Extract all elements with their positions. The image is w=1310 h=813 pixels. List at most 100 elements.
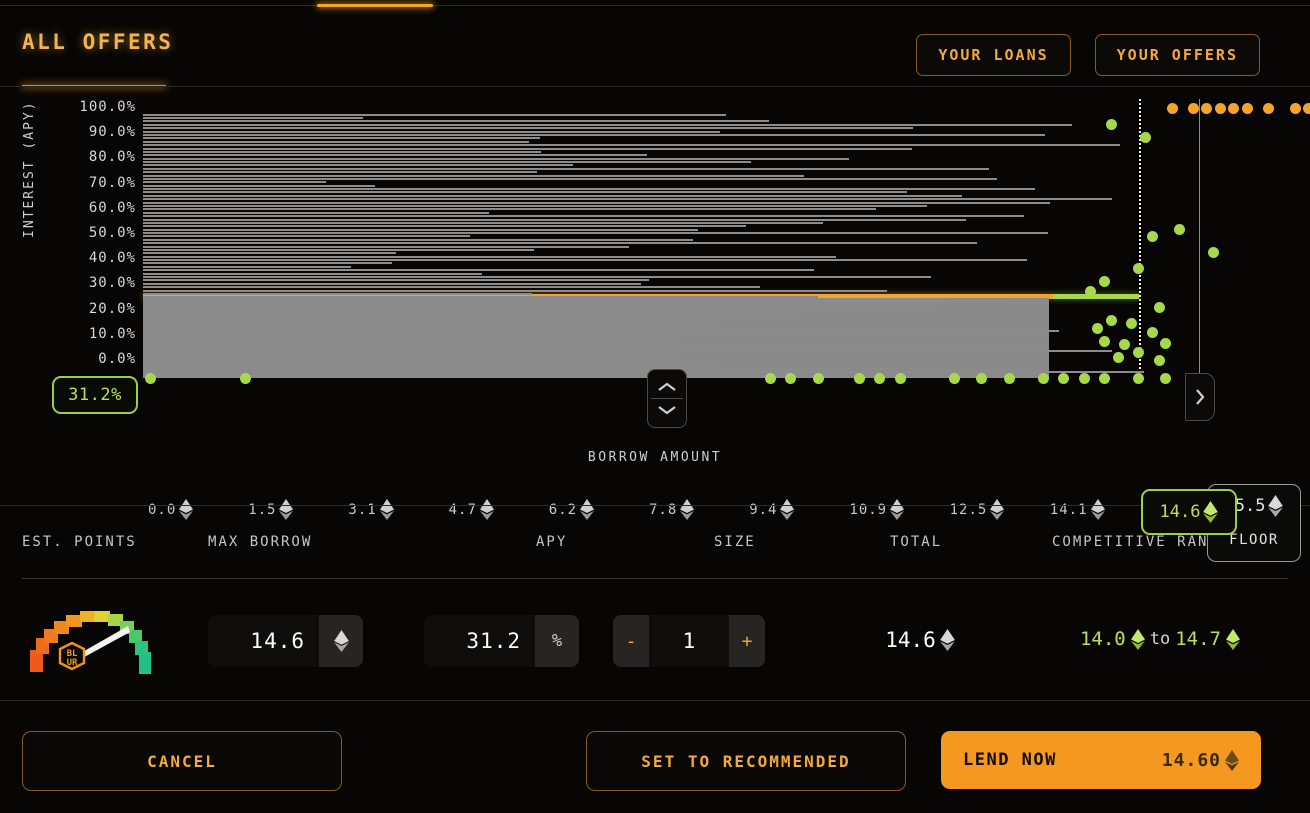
offer-dot-green[interactable] <box>1208 247 1219 258</box>
offer-bar <box>143 310 936 312</box>
offer-bar <box>143 273 482 275</box>
y-axis-tick: 20.0% <box>30 301 136 317</box>
offer-dot-green[interactable] <box>1140 132 1151 143</box>
offer-dot-green[interactable] <box>1099 373 1110 384</box>
max-borrow-value[interactable]: 14.6 <box>208 615 319 667</box>
offer-bar <box>143 235 470 237</box>
offer-bar <box>143 293 532 295</box>
your-loans-button[interactable]: YOUR LOANS <box>916 34 1070 76</box>
offer-dot-green[interactable] <box>874 373 885 384</box>
borrow-amount-slider-handle[interactable] <box>1185 373 1215 421</box>
offer-dot-green[interactable] <box>1126 318 1137 329</box>
eth-icon <box>680 499 694 520</box>
offer-dot-green[interactable] <box>1147 327 1158 338</box>
offer-bar <box>143 262 392 264</box>
lend-now-button[interactable]: LEND NOW 14.60 <box>941 731 1261 789</box>
footer-actions: CANCEL SET TO RECOMMENDED LEND NOW 14.60 <box>0 700 1310 813</box>
offer-dot-green[interactable] <box>1174 224 1185 235</box>
offer-dot-green[interactable] <box>813 373 824 384</box>
svg-text:UR: UR <box>67 658 78 668</box>
apy-slider-handle[interactable] <box>647 369 687 428</box>
page-header: ALL OFFERS YOUR LOANS YOUR OFFERS <box>0 10 1310 88</box>
offer-dot-green[interactable] <box>1099 276 1110 287</box>
apy-field[interactable]: 31.2 % <box>424 615 579 667</box>
size-decrement-button[interactable]: - <box>613 615 649 667</box>
offer-dot-green[interactable] <box>1154 355 1165 366</box>
offer-dot-green[interactable] <box>1133 347 1144 358</box>
offer-dot-orange[interactable] <box>1242 103 1253 114</box>
offer-dot-orange[interactable] <box>1228 103 1239 114</box>
offer-bar <box>143 114 726 116</box>
offer-dot-green[interactable] <box>785 373 796 384</box>
offer-dot-green[interactable] <box>1079 373 1090 384</box>
x-axis-tick: 14.1 <box>1050 499 1105 520</box>
est-points-gauge: BL UR <box>16 594 176 678</box>
apy-value[interactable]: 31.2 <box>424 615 535 667</box>
offer-bar <box>143 252 396 254</box>
offer-dot-green[interactable] <box>1133 373 1144 384</box>
y-axis-tick: 0.0% <box>30 351 136 367</box>
offer-bar <box>143 219 966 221</box>
offer-dot-orange[interactable] <box>1188 103 1199 114</box>
x-axis-label: BORROW AMOUNT <box>0 450 1310 465</box>
offer-dot-green[interactable] <box>949 373 960 384</box>
offer-bar <box>143 269 814 271</box>
max-borrow-field[interactable]: 14.6 <box>208 615 363 667</box>
offer-dot-green[interactable] <box>1113 352 1124 363</box>
offer-bar <box>143 134 1045 136</box>
offer-dot-green[interactable] <box>1106 119 1117 130</box>
size-stepper[interactable]: - 1 + <box>613 615 765 667</box>
offer-dot-green[interactable] <box>1092 323 1103 334</box>
eth-icon <box>580 499 594 520</box>
gauge-arc: BL UR <box>16 594 176 678</box>
offer-dot-orange[interactable] <box>1303 103 1310 114</box>
offer-bar <box>143 347 544 349</box>
offer-dot-orange[interactable] <box>1290 103 1301 114</box>
offer-dot-green[interactable] <box>854 373 865 384</box>
offer-dot-orange[interactable] <box>1201 103 1212 114</box>
offer-dot-green[interactable] <box>976 373 987 384</box>
offer-bar <box>143 191 907 193</box>
offer-bar <box>143 327 418 329</box>
header-divider <box>0 86 1310 87</box>
offer-bar <box>143 202 1050 204</box>
offer-dot-orange[interactable] <box>1167 103 1178 114</box>
offer-dot-green[interactable] <box>1119 339 1130 350</box>
offer-dot-orange[interactable] <box>1215 103 1226 114</box>
offer-dot-green[interactable] <box>1004 373 1015 384</box>
x-axis-tick: 0.0 <box>148 499 193 520</box>
eth-icon <box>1091 499 1105 520</box>
apy-marker-line-green <box>1053 294 1140 299</box>
your-offers-button[interactable]: YOUR OFFERS <box>1095 34 1260 76</box>
x-axis-tick: 10.9 <box>849 499 904 520</box>
set-to-recommended-button[interactable]: SET TO RECOMMENDED <box>586 731 906 791</box>
offer-bar <box>143 290 887 292</box>
offer-bar <box>143 148 912 150</box>
offer-dot-green[interactable] <box>1160 338 1171 349</box>
offer-dot-green[interactable] <box>1099 336 1110 347</box>
offer-bar <box>143 195 962 197</box>
offer-dot-orange[interactable] <box>1263 103 1274 114</box>
size-value[interactable]: 1 <box>649 615 729 667</box>
y-axis-tick: 60.0% <box>30 200 136 216</box>
cancel-button[interactable]: CANCEL <box>22 731 342 791</box>
offer-bar <box>143 306 797 308</box>
offer-dot-green[interactable] <box>240 373 251 384</box>
top-tab-strip <box>0 0 1310 10</box>
active-tab-indicator[interactable] <box>317 4 433 7</box>
apy-unit: % <box>535 615 579 667</box>
offer-dot-green[interactable] <box>145 373 156 384</box>
offer-dot-green[interactable] <box>895 373 906 384</box>
offer-dot-green[interactable] <box>1160 373 1171 384</box>
offer-dot-green[interactable] <box>1147 231 1158 242</box>
chart-plot-area[interactable] <box>143 108 1288 378</box>
offer-dot-green[interactable] <box>1133 263 1144 274</box>
offer-dot-green[interactable] <box>1038 373 1049 384</box>
eth-icon <box>179 499 193 520</box>
tab-strip-rule <box>0 5 1310 6</box>
offer-dot-green[interactable] <box>765 373 776 384</box>
offer-dot-green[interactable] <box>1058 373 1069 384</box>
offer-dot-green[interactable] <box>1154 302 1165 313</box>
size-increment-button[interactable]: + <box>729 615 765 667</box>
offer-dot-green[interactable] <box>1106 315 1117 326</box>
